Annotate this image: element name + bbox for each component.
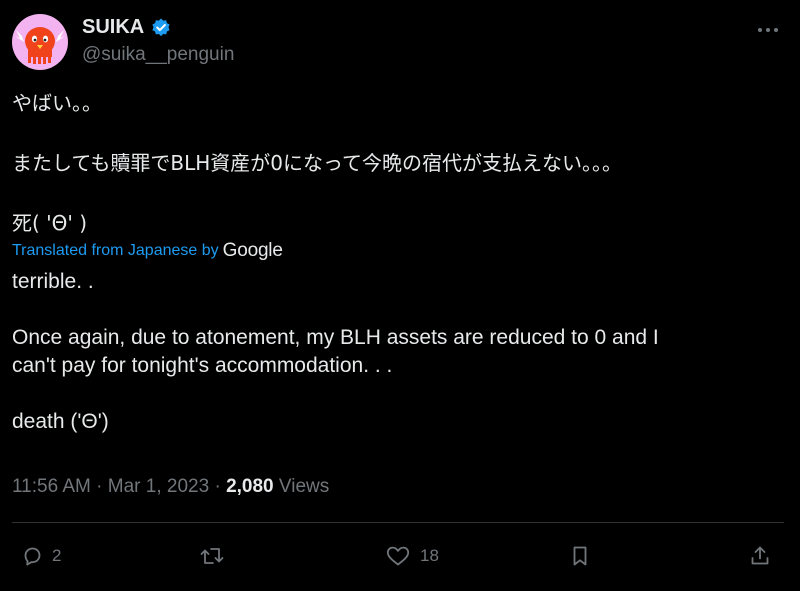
repost-icon	[200, 548, 224, 564]
meta-separator: ·	[209, 476, 227, 497]
original-line: やばい。。	[12, 91, 102, 115]
google-logo: Google	[222, 240, 283, 261]
tweet-original-text: やばい。。 またしても贖罪でBLH資産が0になって今晩の宿代が支払えない。。。 …	[12, 88, 782, 238]
tweet-meta: 11:56 AM · Mar 1, 2023 · 2,080 Views	[12, 476, 329, 498]
author-name-row: SUIKA	[82, 16, 172, 39]
tweet-date[interactable]: Mar 1, 2023	[108, 476, 209, 497]
views-label: Views	[278, 476, 330, 497]
meta-separator: ·	[90, 476, 108, 497]
action-bar: 2 18	[12, 536, 784, 576]
repost-button[interactable]	[198, 536, 234, 576]
like-count: 18	[420, 546, 439, 565]
more-horizontal-icon	[758, 28, 778, 32]
translated-line: Once again, due to atonement, my BLH ass…	[12, 326, 659, 349]
tweet-content: やばい。。 またしても贖罪でBLH資産が0になって今晩の宿代が支払えない。。。 …	[12, 88, 782, 436]
author-handle[interactable]: @suika__penguin	[82, 44, 234, 66]
verified-badge-icon[interactable]	[150, 17, 172, 39]
share-icon	[751, 546, 769, 565]
like-button[interactable]: 18	[384, 536, 439, 576]
divider	[12, 522, 784, 523]
translated-line: death ('Θ')	[12, 410, 109, 433]
translated-line: terrible. .	[12, 270, 94, 293]
original-line: またしても贖罪でBLH資産が0になって今晩の宿代が支払えない。。。	[12, 151, 623, 175]
author-display-name[interactable]: SUIKA	[82, 16, 144, 39]
tweet-translated-text: terrible. . Once again, due to atonement…	[12, 268, 782, 436]
bookmark-button[interactable]	[568, 536, 592, 576]
translation-notice: Translated from Japanese by Google	[12, 240, 782, 262]
tweet: SUIKA @suika__penguin やばい。。 またしても贖罪でBLH資…	[0, 0, 800, 591]
red-penguin-mascot-icon	[15, 27, 65, 64]
translated-line: can't pay for tonight's accommodation. .…	[12, 354, 393, 377]
bookmark-icon	[573, 546, 587, 566]
reply-count: 2	[52, 546, 62, 565]
avatar[interactable]	[12, 14, 68, 70]
share-button[interactable]	[748, 536, 772, 576]
heart-icon	[386, 546, 410, 566]
tweet-time[interactable]: 11:56 AM	[12, 476, 91, 497]
translated-from-link[interactable]: Translated from Japanese by	[12, 240, 219, 262]
reply-icon	[24, 547, 41, 566]
original-line: 死( 'Θ' )	[12, 211, 88, 235]
reply-button[interactable]: 2	[20, 536, 61, 576]
more-options-button[interactable]	[756, 18, 780, 42]
views-count[interactable]: 2,080	[226, 476, 274, 497]
